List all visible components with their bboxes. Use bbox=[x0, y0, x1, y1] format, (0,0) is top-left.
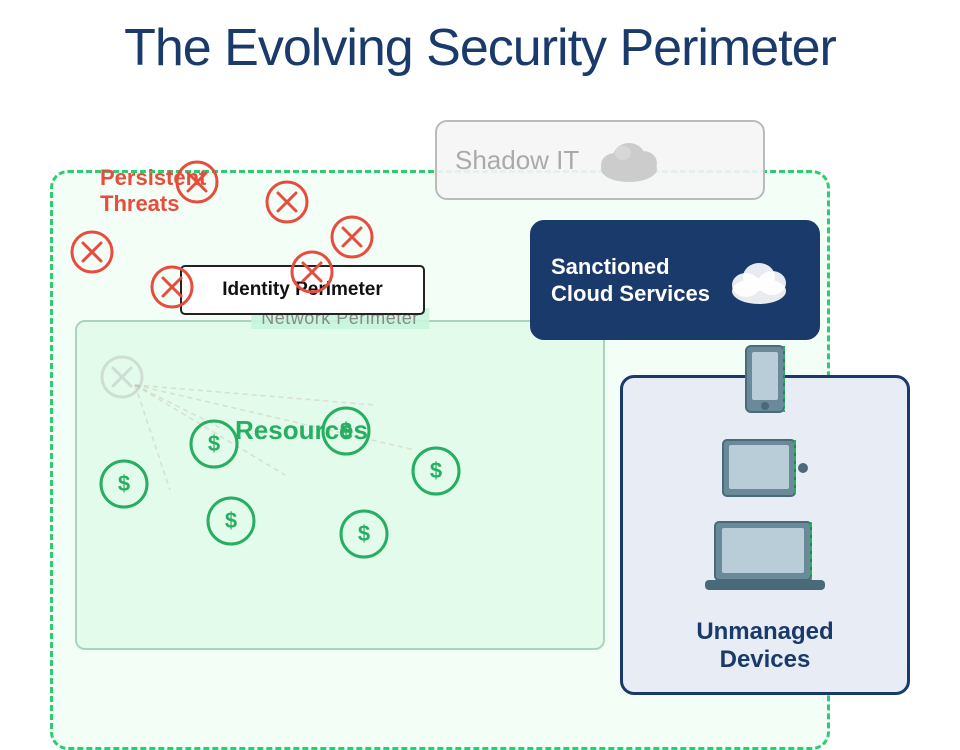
sanctioned-cloud-label: SanctionedCloud Services bbox=[551, 253, 710, 308]
resources-label: Resources bbox=[235, 415, 368, 446]
unmanaged-devices-box: UnmanagedDevices bbox=[620, 375, 910, 695]
threat-circle-1 bbox=[175, 160, 219, 204]
resource-circle-6: $ bbox=[338, 508, 390, 560]
network-perimeter: Network Perimeter bbox=[75, 320, 605, 650]
threat-circle-5 bbox=[290, 250, 334, 294]
threat-circle-2 bbox=[265, 180, 309, 224]
threat-circle-4 bbox=[150, 265, 194, 309]
diagram-area: Network Perimeter Shadow IT SanctionedCl… bbox=[20, 110, 940, 705]
svg-text:$: $ bbox=[225, 508, 237, 533]
inner-threat-circle bbox=[100, 355, 144, 399]
threat-circle-6 bbox=[330, 215, 374, 259]
svg-text:$: $ bbox=[430, 458, 442, 483]
laptop-icon bbox=[700, 518, 830, 598]
sanctioned-cloud-box: SanctionedCloud Services bbox=[530, 220, 820, 340]
svg-text:$: $ bbox=[358, 521, 370, 546]
threat-circle-3 bbox=[70, 230, 114, 274]
unmanaged-devices-label: UnmanagedDevices bbox=[696, 618, 833, 674]
shadow-it-label: Shadow IT bbox=[455, 145, 579, 176]
svg-text:$: $ bbox=[118, 471, 130, 496]
sanctioned-cloud-icon bbox=[724, 253, 794, 308]
resource-circle-4: $ bbox=[410, 445, 462, 497]
devices-icons bbox=[700, 342, 830, 598]
phone-icon bbox=[736, 342, 794, 430]
resource-circle-1: $ bbox=[98, 458, 150, 510]
resource-circle-5: $ bbox=[205, 495, 257, 547]
tablet-icon bbox=[715, 436, 815, 512]
page-title: The Evolving Security Perimeter bbox=[0, 0, 960, 88]
resource-circle-2: $ bbox=[188, 418, 240, 470]
shadow-it-cloud-icon bbox=[593, 135, 665, 185]
shadow-it-box: Shadow IT bbox=[435, 120, 765, 200]
svg-text:$: $ bbox=[208, 431, 220, 456]
